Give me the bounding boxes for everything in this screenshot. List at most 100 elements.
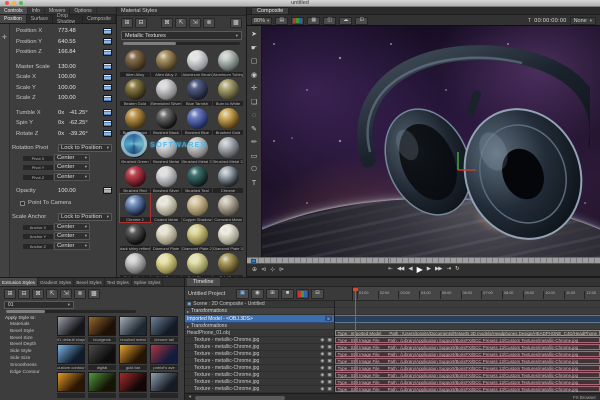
texture-row[interactable]: Texture - metallic-Chrome.jpg ◉ ▣	[185, 365, 334, 372]
anchor-dropdown[interactable]: Center▾	[54, 223, 90, 231]
go-to-end-button[interactable]: ⇥	[446, 267, 450, 273]
material-swatch[interactable]: Bronze Armor	[120, 107, 150, 135]
thumbnail-size-slider[interactable]	[123, 42, 240, 45]
keyframe-toggle-icon[interactable]	[103, 109, 112, 116]
point-to-camera-checkbox[interactable]	[20, 201, 25, 206]
save-folder-icon[interactable]: ⊠	[161, 18, 173, 28]
material-swatch[interactable]: Chrome 2	[120, 194, 150, 222]
layers-tool[interactable]: ❏	[249, 97, 260, 108]
keyframe-toggle-icon[interactable]	[103, 28, 112, 35]
style-thumbnail[interactable]: 01 default shape	[56, 316, 86, 342]
param-value[interactable]: 0x -62.25°	[58, 120, 103, 126]
copy-style-icon[interactable]: ⇱	[175, 18, 187, 28]
open-folder-icon[interactable]: ⊟	[135, 18, 147, 28]
style-set-dropdown[interactable]: 01▾	[4, 301, 74, 309]
apply-style-item[interactable]: Bevel Style	[5, 329, 55, 336]
keyframe-toggle-icon[interactable]	[103, 38, 112, 45]
param-value[interactable]: 773.48	[58, 28, 103, 34]
material-swatch[interactable]: Alien Alloy	[120, 49, 150, 77]
anchor-dropdown[interactable]: Center▾	[54, 232, 90, 240]
material-swatch[interactable]: Brushed Metal	[151, 136, 181, 164]
keyframe-toggle-icon[interactable]	[103, 95, 112, 102]
move-anchor-icon[interactable]: ✛	[2, 35, 7, 41]
visibility-eye-icon[interactable]: ◉	[320, 386, 324, 392]
visibility-eye-icon[interactable]: ◉	[320, 365, 324, 371]
material-swatch[interactable]: Blue Tarnish	[182, 78, 212, 106]
add-keyframe-icon[interactable]: ⊹	[270, 267, 275, 273]
preview-scrubber[interactable]	[247, 257, 600, 264]
visibility-eye-icon[interactable]: ◉	[320, 379, 324, 385]
import-icon[interactable]: ⊟	[311, 289, 324, 299]
still-image-info-row[interactable]: Type : Still Image File Path : /Library/…	[335, 365, 600, 372]
material-swatch[interactable]: Foiled Again	[120, 252, 150, 278]
delete-style-icon[interactable]: ⊗	[203, 18, 215, 28]
material-swatch[interactable]: Copper Shadow	[182, 194, 212, 222]
material-swatch[interactable]: Brushed Metal 2	[182, 136, 212, 164]
solid-icon[interactable]: ■	[281, 289, 294, 299]
styles-tab[interactable]: Gradient Styles	[38, 278, 74, 286]
loop-button[interactable]: ↻	[455, 267, 459, 273]
channels-icon[interactable]: ▮▮	[291, 17, 304, 25]
apply-style-item[interactable]: Side Size	[5, 356, 55, 363]
fast-forward-button[interactable]: ▶▶	[435, 267, 441, 273]
timeline-scrollbar[interactable]: ▾ FX Browser	[185, 393, 600, 400]
timecode-display[interactable]: 00:00:00:00	[534, 18, 566, 24]
split-view-icon[interactable]: ◫	[323, 17, 336, 25]
texture-photo-icon[interactable]: ▣	[327, 386, 331, 392]
pen-tool[interactable]: ✏	[249, 137, 260, 148]
material-swatch[interactable]: Burn to White	[213, 78, 243, 106]
keyframe-toggle-icon[interactable]	[103, 74, 112, 81]
model-info-row[interactable]: Type : Imported Model Path : /Users/tons…	[335, 330, 600, 337]
background-icon[interactable]: ▦	[307, 17, 320, 25]
step-back-button[interactable]: ◀	[408, 267, 411, 273]
move-tool[interactable]: ✛	[249, 83, 260, 94]
rotation-pivot-dropdown[interactable]: Lock to Position▾	[58, 144, 112, 152]
display-mode-icon[interactable]: ▤	[275, 17, 288, 25]
material-swatch[interactable]: Brushed Green	[120, 136, 150, 164]
pivot-dropdown[interactable]: Center▾	[54, 154, 90, 162]
fast-rewind-button[interactable]: ◀◀	[397, 267, 403, 273]
visibility-eye-icon[interactable]: ◉	[320, 351, 324, 357]
style-thumbnail[interactable]	[56, 372, 86, 398]
delete-style-icon[interactable]: ⊗	[74, 289, 86, 299]
pivot-dropdown[interactable]: Center▾	[54, 173, 90, 181]
still-image-info-row[interactable]: Type : Still Image File Path : /Library/…	[335, 337, 600, 344]
material-swatch[interactable]: Diamond Plate	[151, 223, 181, 251]
controls-tab[interactable]: Info	[28, 7, 45, 14]
scrollbar-handle[interactable]	[195, 396, 285, 400]
rect-tool[interactable]: ▭	[249, 151, 260, 162]
styles-tab[interactable]: Spline Styles	[132, 278, 164, 286]
material-swatch[interactable]: Blemished Silver	[151, 78, 181, 106]
style-thumbnail[interactable]	[118, 372, 148, 398]
save-folder-icon[interactable]: ⊠	[32, 289, 44, 299]
param-value[interactable]: 100.00	[58, 85, 103, 91]
keyframe-toggle-icon[interactable]	[103, 63, 112, 70]
texture-row[interactable]: Texture - metallic-Chrome.jpg ◉ ▣	[185, 358, 334, 365]
keyframe-toggle-icon[interactable]	[103, 187, 112, 194]
param-value[interactable]: 100.00	[58, 95, 103, 101]
expand-arrow-icon[interactable]: ▸	[187, 309, 189, 314]
material-swatch[interactable]: Brushed Teal	[182, 165, 212, 193]
expand-arrow-icon[interactable]: ▸	[187, 324, 189, 329]
still-image-info-row[interactable]: Type : Still Image File Path : /Library/…	[335, 386, 600, 393]
anchor-dropdown[interactable]: Center▾	[54, 242, 90, 250]
material-swatch[interactable]: Gold Dust	[213, 252, 243, 278]
scroll-left-icon[interactable]: ▾	[189, 395, 191, 400]
keyframe-toggle-icon[interactable]	[103, 130, 112, 137]
texture-photo-icon[interactable]: ▣	[327, 379, 331, 385]
environment-icon[interactable]: ☁	[339, 17, 352, 25]
styles-tab[interactable]: Extrusion Styles	[0, 278, 38, 286]
new-folder-icon[interactable]: ⊞	[4, 289, 16, 299]
style-thumbnail[interactable]: chrome tall	[149, 316, 179, 342]
style-thumbnail[interactable]: gold bar	[118, 344, 148, 370]
style-thumbnail[interactable]: digital	[87, 344, 117, 370]
new-folder-icon[interactable]: ⊞	[121, 18, 133, 28]
media-colorbars-icon[interactable]: ▮	[296, 289, 309, 299]
apply-style-item[interactable]: Side Style	[5, 349, 55, 356]
material-swatch[interactable]: Brushed Silver	[151, 165, 181, 193]
material-swatch[interactable]: Brushed Black	[151, 107, 181, 135]
material-swatch[interactable]: Brushed Metal 3	[213, 136, 243, 164]
keyframe-toggle-icon[interactable]	[103, 49, 112, 56]
texture-row[interactable]: Texture - metallic-Chrome.jpg ◉ ▣	[185, 344, 334, 351]
visibility-eye-icon[interactable]: ◉	[320, 358, 324, 364]
